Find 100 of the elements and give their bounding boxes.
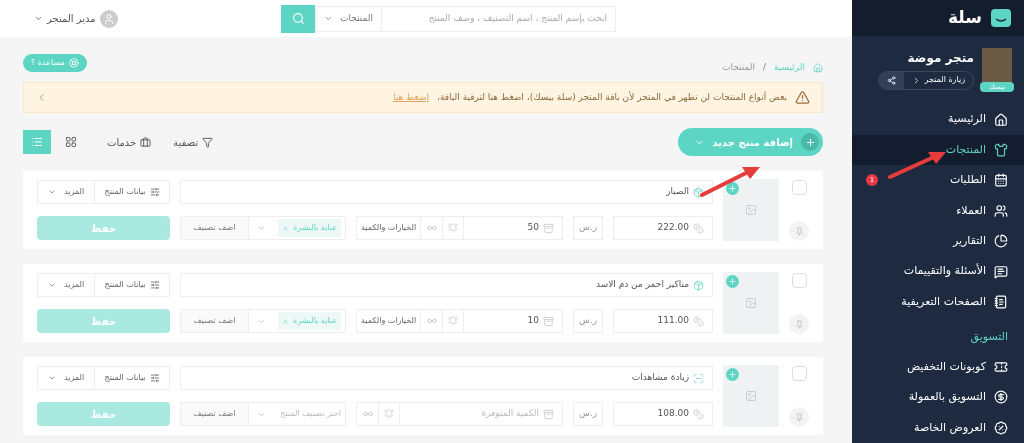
category-select[interactable]: اختر تصنيف المنتج اضف تصنيف [180, 402, 346, 426]
image-placeholder[interactable] [723, 179, 779, 241]
quantity-placeholder: الكمية المتوفرة [481, 407, 539, 421]
pin-button[interactable] [789, 407, 809, 427]
select-checkbox[interactable] [791, 180, 807, 195]
plus-icon [728, 184, 737, 193]
more-dropdown[interactable]: المزيد [38, 181, 95, 203]
more-dropdown[interactable]: المزيد [38, 274, 95, 296]
select-checkbox[interactable] [791, 366, 807, 381]
dollar-icon [994, 390, 1008, 405]
arrow-annotation [700, 165, 762, 199]
coins-icon [693, 222, 704, 234]
name-field[interactable]: زيادة مشاهدات [180, 366, 713, 390]
services-button[interactable]: خدمات [107, 134, 152, 150]
bell-icon [384, 409, 394, 419]
infinity-icon [426, 316, 437, 326]
grid-icon [65, 136, 78, 148]
home-icon [994, 112, 1008, 127]
sidebar-item[interactable]: العروض الخاصة [852, 412, 1024, 443]
pin-button[interactable] [789, 314, 809, 334]
chevron-icon [48, 374, 56, 382]
coins-icon [693, 408, 704, 420]
options-button[interactable]: الخيارات والكمية [356, 216, 421, 240]
notify-button[interactable] [378, 402, 400, 426]
product-data-button[interactable]: بيانات المنتج [94, 274, 170, 296]
filter-button[interactable]: تصفية [173, 134, 214, 150]
quantity-field[interactable]: 50 [464, 216, 563, 240]
share-icon [886, 75, 896, 85]
sliders-icon [149, 373, 160, 383]
quantity-value: 50 [527, 221, 539, 235]
pin-button[interactable] [789, 221, 809, 241]
category-select[interactable]: عناية بالبشرة اضف تصنيف [180, 216, 346, 240]
search-button[interactable] [281, 4, 315, 33]
logo-icon [990, 8, 1012, 29]
chevron-icon [34, 14, 44, 23]
home-icon [813, 63, 823, 73]
warning-icon [795, 90, 810, 105]
sidebar-item[interactable]: العملاء [852, 195, 1024, 226]
sidebar-item[interactable]: المنتجات [852, 134, 1024, 166]
infinity-icon [426, 223, 437, 233]
category-tag: عناية بالبشرة [278, 312, 341, 330]
unlimited-button[interactable] [420, 216, 443, 240]
logo-text: سلة [948, 6, 982, 30]
view-toggle[interactable] [23, 130, 52, 154]
chevron-icon [324, 14, 333, 23]
name-field[interactable]: مناكير احمر من دم الاسد [180, 273, 713, 297]
remove-icon[interactable] [282, 317, 290, 325]
add-image-button[interactable] [726, 275, 739, 288]
archive-icon [543, 408, 554, 420]
shirt-icon [994, 142, 1008, 157]
add-category-button[interactable]: اضف تصنيف [181, 403, 250, 425]
options-button[interactable]: الخيارات والكمية [356, 309, 421, 333]
add-image-button[interactable] [726, 182, 739, 195]
message-icon [994, 264, 1008, 279]
sidebar-item[interactable]: كوبونات التخفيض [852, 351, 1024, 383]
add-category-button[interactable]: اضف تصنيف [181, 217, 250, 239]
share-button[interactable] [878, 71, 904, 89]
image-placeholder[interactable] [723, 272, 779, 334]
sidebar-item[interactable]: الأسئلة والتقييمات [852, 256, 1024, 287]
price-field[interactable]: 222.00 [613, 216, 713, 240]
select-checkbox[interactable] [791, 273, 807, 288]
product-data-button[interactable]: بيانات المنتج [94, 181, 170, 203]
archive-icon [543, 315, 554, 327]
pin-icon [794, 226, 804, 236]
product-data-button[interactable]: بيانات المنتج [94, 367, 170, 389]
price-field[interactable]: 108.00 [613, 402, 713, 426]
unlimited-button[interactable] [420, 309, 443, 333]
lifebuoy-icon [68, 58, 79, 68]
users-icon [994, 203, 1008, 218]
plus-icon [728, 370, 737, 379]
quantity-field[interactable]: 10 [464, 309, 563, 333]
sidebar-item[interactable]: الصفحات التعريفية [852, 286, 1024, 318]
document-icon [994, 295, 1008, 310]
chevron-icon [48, 188, 56, 196]
category-placeholder: اختر تصنيف المنتج [280, 408, 341, 420]
search-icon [291, 12, 305, 25]
unlimited-button[interactable] [356, 402, 378, 426]
bell-icon [448, 316, 459, 326]
sidebar-item[interactable]: التسويق بالعمولة [852, 382, 1024, 413]
arrow-annotation [888, 150, 948, 180]
category-select[interactable]: عناية بالبشرة اضف تصنيف [180, 309, 346, 333]
remove-icon[interactable] [282, 224, 290, 232]
sidebar-item[interactable]: التقارير [852, 226, 1024, 257]
user-menu[interactable]: مدير المتجر [34, 9, 118, 28]
notify-button[interactable] [442, 216, 465, 240]
notify-button[interactable] [442, 309, 465, 333]
image-placeholder[interactable] [723, 365, 779, 427]
pie-chart-icon [994, 234, 1008, 249]
add-category-button[interactable]: اضف تصنيف [181, 310, 250, 332]
visit-store-link[interactable]: زيارة المتجر [903, 74, 973, 87]
add-image-button[interactable] [726, 368, 739, 381]
more-dropdown[interactable]: المزيد [38, 367, 95, 389]
coins-icon [693, 315, 704, 327]
image-icon [745, 204, 757, 216]
price-field[interactable]: 111.00 [613, 309, 713, 333]
sidebar-item[interactable]: الرئيسية [852, 104, 1024, 135]
price-value: 108.00 [657, 407, 689, 421]
name-field[interactable]: الصبار [180, 180, 713, 204]
briefcase-icon [140, 136, 152, 148]
sliders-icon [149, 187, 160, 197]
